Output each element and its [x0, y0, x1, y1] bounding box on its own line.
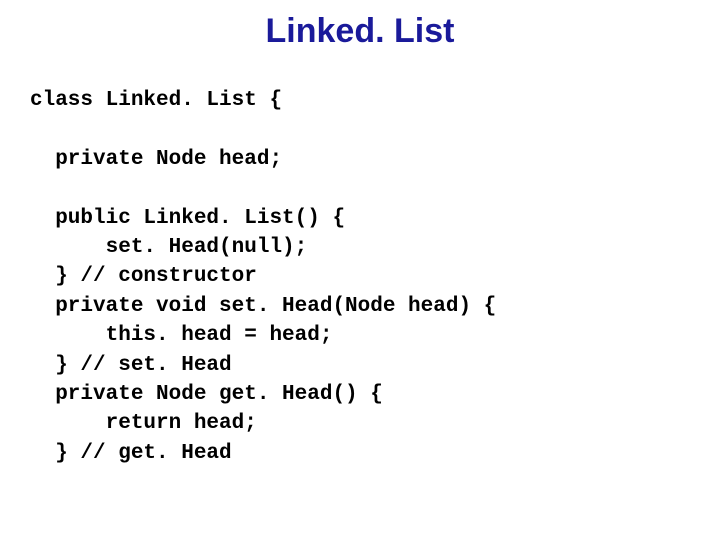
slide: Linked. List class Linked. List { privat…	[0, 0, 720, 540]
code-block: class Linked. List { private Node head; …	[30, 86, 496, 468]
slide-title: Linked. List	[0, 12, 720, 51]
